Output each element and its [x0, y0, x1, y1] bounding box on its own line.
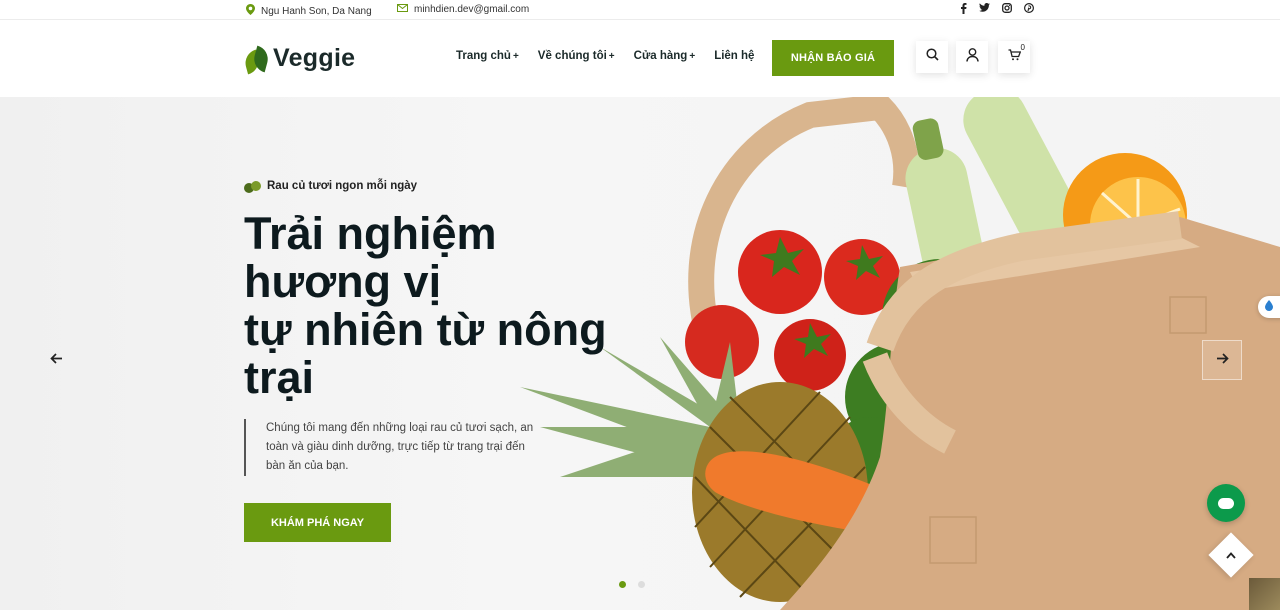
- map-pin-icon: [246, 4, 255, 18]
- plus-icon: +: [689, 51, 696, 62]
- hero-headline: Trải nghiệm hương vị tự nhiên từ nông tr…: [244, 210, 664, 402]
- slider-dot-active[interactable]: [619, 581, 626, 588]
- headline-line: trại: [244, 352, 315, 403]
- pinterest-icon[interactable]: [1023, 2, 1035, 17]
- nav-label: Liên hệ: [714, 50, 755, 62]
- main-header: Veggie Trang chủ + Về chúng tôi + Cửa hàng…: [0, 20, 1280, 97]
- nav-item-about[interactable]: Về chúng tôi +: [538, 50, 615, 62]
- slider-next-button[interactable]: [1202, 340, 1242, 380]
- tagline-text: Rau củ tươi ngon mỗi ngày: [267, 180, 418, 192]
- hero-slider: Rau củ tươi ngon mỗi ngày Trải nghiệm hư…: [0, 97, 1280, 610]
- olive-icon: [244, 179, 262, 193]
- plus-icon: +: [608, 51, 615, 62]
- social-links: [960, 2, 1035, 17]
- email-text[interactable]: minhdien.dev@gmail.com: [414, 4, 529, 15]
- site-logo[interactable]: Veggie: [242, 44, 356, 74]
- envelope-icon: [397, 4, 408, 15]
- cart-icon: [1008, 48, 1021, 66]
- instagram-icon[interactable]: [1002, 3, 1012, 17]
- logo-text: Veggie: [273, 44, 356, 72]
- headline-line: hương vị: [244, 256, 442, 307]
- side-widget-tab[interactable]: [1258, 296, 1280, 318]
- headline-line: tự nhiên từ nông: [244, 304, 607, 355]
- corner-thumbnail[interactable]: [1249, 578, 1280, 610]
- nav-item-shop[interactable]: Cửa hàng +: [634, 50, 696, 62]
- search-button[interactable]: [916, 41, 948, 73]
- search-icon: [925, 48, 939, 66]
- address-info: Ngu Hanh Son, Da Nang: [246, 4, 372, 18]
- top-bar: Ngu Hanh Son, Da Nang minhdien.dev@gmail…: [0, 0, 1280, 20]
- nav-item-home[interactable]: Trang chủ +: [456, 50, 519, 62]
- explore-now-button[interactable]: KHÁM PHÁ NGAY: [244, 503, 391, 542]
- arrow-right-icon: [1216, 351, 1229, 369]
- email-info[interactable]: minhdien.dev@gmail.com: [397, 4, 529, 15]
- water-drop-icon: [1264, 300, 1274, 314]
- plus-icon: +: [512, 51, 519, 62]
- hero-tagline: Rau củ tươi ngon mỗi ngày: [244, 179, 417, 193]
- slider-dot[interactable]: [638, 581, 645, 588]
- address-text: Ngu Hanh Son, Da Nang: [261, 5, 372, 17]
- arrow-left-icon: [49, 351, 63, 369]
- main-nav: Trang chủ + Về chúng tôi + Cửa hàng + Liên …: [456, 50, 754, 62]
- nav-label: Cửa hàng: [633, 50, 688, 62]
- chat-bubble-icon: [1218, 497, 1234, 509]
- nav-item-contact[interactable]: Liên hệ: [714, 50, 754, 62]
- facebook-icon[interactable]: [960, 3, 967, 17]
- user-icon: [965, 47, 979, 67]
- twitter-icon[interactable]: [979, 3, 990, 17]
- cart-button[interactable]: 0: [998, 41, 1030, 73]
- account-button[interactable]: [956, 41, 988, 73]
- headline-line: Trải nghiệm: [244, 208, 497, 259]
- chat-button[interactable]: [1207, 484, 1245, 522]
- slider-dots: [619, 581, 645, 588]
- nav-label: Về chúng tôi: [537, 50, 607, 62]
- get-quote-button[interactable]: NHẬN BÁO GIÁ: [772, 40, 894, 76]
- leaf-logo-icon: [242, 45, 271, 74]
- hero-description: Chúng tôi mang đến những loại rau củ tươ…: [244, 419, 544, 476]
- nav-label: Trang chủ: [456, 50, 511, 62]
- chevron-up-icon: [1226, 548, 1236, 562]
- cart-count-badge: 0: [1020, 43, 1025, 52]
- slider-prev-button[interactable]: [36, 340, 76, 380]
